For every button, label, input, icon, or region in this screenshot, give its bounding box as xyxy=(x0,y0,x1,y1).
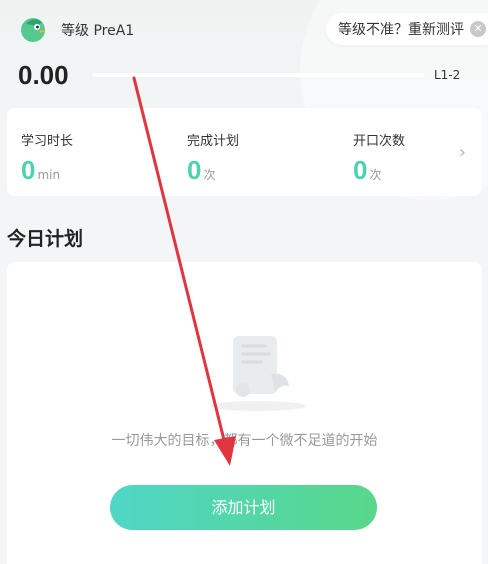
section-title: 今日计划 xyxy=(7,228,84,250)
stat-label: 学习时长 xyxy=(21,134,74,149)
add-plan-button[interactable]: 添加计划 xyxy=(110,485,377,530)
chevron-right-icon[interactable]: › xyxy=(459,142,466,163)
level-progress-bar xyxy=(92,73,424,77)
stat-value: 0 xyxy=(187,155,202,185)
stat-speaking-count: 开口次数 0 次 xyxy=(353,130,405,186)
stat-study-time: 学习时长 0 min xyxy=(21,130,73,186)
stat-unit: 次 xyxy=(203,168,216,182)
stat-value: 0 xyxy=(21,155,36,185)
stat-value: 0 xyxy=(353,155,368,185)
close-icon[interactable]: ✕ xyxy=(470,21,486,37)
green-bird-avatar-icon[interactable] xyxy=(18,14,48,44)
stat-unit: min xyxy=(37,168,61,182)
stat-completed-plans: 完成计划 0 次 xyxy=(187,130,239,186)
retest-text: 等级不准？重新测评 xyxy=(338,22,464,38)
stat-unit: 次 xyxy=(369,168,382,182)
stat-label: 完成计划 xyxy=(187,134,240,149)
level-target: L1-2 xyxy=(434,68,461,82)
level-score: 0.00 xyxy=(18,60,69,90)
retest-button[interactable]: 等级不准？重新测评 ✕ xyxy=(326,13,488,45)
today-plan-card: 一切伟大的目标，都有一个微不足道的开始 添加计划 xyxy=(7,262,482,564)
scroll-document-icon xyxy=(210,336,306,411)
empty-motto: 一切伟大的目标，都有一个微不足道的开始 xyxy=(111,433,378,449)
stats-card[interactable]: 学习时长 0 min 完成计划 0 次 开口次数 0 次 › xyxy=(7,108,482,196)
stat-label: 开口次数 xyxy=(353,134,406,149)
level-label[interactable]: 等级 PreA1 xyxy=(61,20,134,40)
